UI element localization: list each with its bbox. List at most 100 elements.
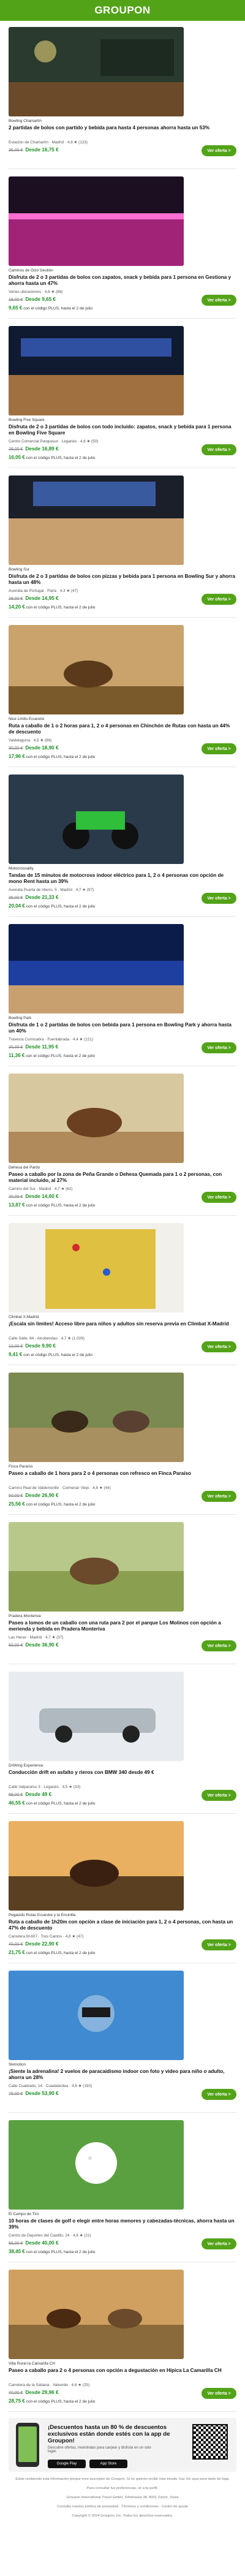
deal-title[interactable]: Paseo a caballo para 2 o 4 personas con …: [9, 2368, 235, 2374]
deal-location: Calle Salle, 84 · Alcobendas · 4,7 ★ (1.…: [9, 1336, 85, 1341]
deal-title[interactable]: Tandas de 15 minutos de motocross indoor…: [9, 873, 235, 885]
merchant-name: Climbat X-Madrid: [9, 1315, 39, 1319]
merchant-name: Bowling Park: [9, 1016, 32, 1020]
deal-card[interactable]: Bowling Sur Disfruta de 2 o 3 partidas de…: [9, 469, 236, 619]
qr-code-icon: [192, 2424, 228, 2460]
deal-price: Desde 26,90 €: [25, 1493, 59, 1498]
deal-image[interactable]: [9, 326, 184, 415]
view-offer-button[interactable]: Ver oferta >: [202, 893, 236, 904]
merchant-name: Villa Rural Ia Camarilla CH: [9, 2362, 55, 2366]
view-offer-button[interactable]: Ver oferta >: [202, 295, 236, 306]
old-price: 36,00 €: [9, 148, 23, 153]
deal-card[interactable]: Finca Paraíso Paseo a caballo de 1 hora p…: [9, 1366, 236, 1516]
deal-card[interactable]: Bowling Chamartín 2 partidas de bolos con…: [9, 21, 236, 170]
deal-title[interactable]: 10 horas de clases de golf o elegir entr…: [9, 2218, 235, 2230]
deal-card[interactable]: Pegasido Rutas Ecuestre y la Encinilla Ru…: [9, 1815, 236, 1964]
deal-card[interactable]: Dehesa del Pardo Paseo a caballo por la z…: [9, 1067, 236, 1217]
deal-card[interactable]: Skimotion ¡Siente la adrenalina! 2 vuelos…: [9, 1964, 236, 2114]
view-offer-button[interactable]: Ver oferta >: [202, 1042, 236, 1053]
view-offer-button[interactable]: Ver oferta >: [202, 2089, 236, 2100]
deal-image[interactable]: [9, 1971, 184, 2060]
view-offer-button[interactable]: Ver oferta >: [202, 444, 236, 455]
deal-location: Camino del Sur · Madrid · 4,7 ★ (62): [9, 1187, 73, 1191]
merchant-name: El Campo de Tiro: [9, 2212, 39, 2216]
deal-title[interactable]: Paseo a caballo de 1 hora para 2 o 4 per…: [9, 1471, 235, 1477]
deal-title[interactable]: Disfruta de 2 o 3 partidas de bolos con …: [9, 275, 235, 287]
promo-code-text: con el código PLUS, hasta el 2 de julio: [23, 1353, 92, 1357]
deal-price: Desde 9,65 €: [25, 297, 56, 302]
divider: [9, 318, 236, 319]
divider: [9, 2112, 236, 2113]
deal-card[interactable]: Bowling Park Disfruta de 1 o 2 partidas d…: [9, 918, 236, 1067]
deal-image[interactable]: [9, 1821, 184, 1911]
promo-code-text: con el código PLUS, hasta el 2 de julio: [26, 1054, 95, 1058]
app-store-button[interactable]: App Store: [89, 2460, 127, 2468]
app-promo-banner[interactable]: ¡Descuentos hasta un 80 % de descuentos …: [9, 2418, 236, 2472]
view-offer-button[interactable]: Ver oferta >: [202, 1790, 236, 1801]
deal-image[interactable]: [9, 775, 184, 864]
deal-image[interactable]: [9, 625, 184, 714]
promo-line: 16,05 € con el código PLUS, hasta el 2 d…: [9, 455, 95, 460]
deal-image[interactable]: [9, 1373, 184, 1462]
view-offer-button[interactable]: Ver oferta >: [202, 1939, 236, 1950]
deal-card[interactable]: Climbat X-Madrid ¡Escala sin límites! Acc…: [9, 1217, 236, 1366]
promo-price: 9,65 €: [9, 305, 23, 311]
deal-title[interactable]: Ruta a caballo de 1 o 2 horas para 1, 2 …: [9, 723, 235, 735]
deal-image[interactable]: [9, 1074, 184, 1163]
view-offer-button[interactable]: Ver oferta >: [202, 1491, 236, 1502]
promo-price: 28,75 €: [9, 2398, 25, 2404]
deal-price: Desde 40,00 €: [25, 2240, 59, 2246]
merchant-name: Bowling Five Square: [9, 418, 45, 422]
view-offer-button[interactable]: Ver oferta >: [202, 1341, 236, 1352]
deal-card[interactable]: Villa Rural Ia Camarilla CH Paseo a cabal…: [9, 2263, 236, 2413]
deal-title[interactable]: ¡Siente la adrenalina! 2 vuelos de parac…: [9, 2069, 235, 2081]
deal-title[interactable]: Paseo a lomos de un caballo con una ruta…: [9, 1620, 235, 1632]
promo-line: 38,45 € con el código PLUS, hasta el 2 d…: [9, 2249, 95, 2254]
deal-card[interactable]: Motocrossality Tandas de 15 minutos de mo…: [9, 768, 236, 918]
deal-card[interactable]: Nice Limits Ecuestre Ruta a caballo de 1 …: [9, 619, 236, 768]
deal-title[interactable]: Ruta a caballo de 1h20m con opción a cla…: [9, 1919, 235, 1931]
footer-links[interactable]: Consulta nuestra política de privacidad …: [9, 2504, 236, 2510]
deal-title[interactable]: Conducción drift en asfalto y rieros con…: [9, 1770, 235, 1776]
view-offer-button[interactable]: Ver oferta >: [202, 594, 236, 605]
deal-image[interactable]: [9, 475, 184, 565]
deal-image[interactable]: [9, 1672, 184, 1761]
google-play-button[interactable]: Google Play: [48, 2460, 86, 2468]
view-offer-button[interactable]: Ver oferta >: [202, 1640, 236, 1651]
deal-image[interactable]: [9, 27, 184, 116]
deal-card[interactable]: DriWing Experience Conducción drift en as…: [9, 1665, 236, 1815]
deal-card[interactable]: Bowling Five Square Disfruta de 2 o 3 par…: [9, 320, 236, 469]
promo-code-text: con el código PLUS, hasta el 2 de julio: [26, 456, 96, 460]
view-offer-button[interactable]: Ver oferta >: [202, 743, 236, 754]
groupon-logo[interactable]: GROUPON: [94, 4, 150, 17]
footer-unsubscribe[interactable]: Estás recibiendo esta información porque…: [9, 2477, 236, 2482]
deal-title[interactable]: Disfruta de 2 o 3 partidas de bolos con …: [9, 424, 235, 436]
deal-title[interactable]: 2 partidas de bolos con partido y bebida…: [9, 125, 235, 131]
deal-location: Carretera M-607 · Tres Cantos · 4,8 ★ (4…: [9, 1934, 84, 1939]
deal-title[interactable]: Disfruta de 2 o 3 partidas de bolos con …: [9, 574, 235, 586]
divider: [9, 916, 236, 917]
deal-title[interactable]: Paseo a caballo por la zona de Peña Gran…: [9, 1172, 235, 1184]
view-offer-button[interactable]: Ver oferta >: [202, 2388, 236, 2399]
deal-card[interactable]: Pradera Monteriva Paseo a lomos de un cab…: [9, 1516, 236, 1665]
merchant-name: Pegasido Rutas Ecuestre y la Encinilla: [9, 1913, 76, 1917]
deal-image[interactable]: [9, 2120, 184, 2210]
app-promo-title: ¡Descuentos hasta un 80 % de descuentos …: [48, 2424, 170, 2444]
old-price: 28,00 €: [9, 447, 23, 452]
deal-image[interactable]: [9, 1522, 184, 1612]
deal-card[interactable]: El Campo de Tiro 10 horas de clases de go…: [9, 2114, 236, 2263]
view-offer-button[interactable]: Ver oferta >: [202, 2238, 236, 2249]
deal-title[interactable]: ¡Escala sin límites! Acceso libre para n…: [9, 1321, 235, 1327]
footer-preferences[interactable]: Para consultar tus preferencias, ve a tu…: [9, 2486, 236, 2491]
deal-image[interactable]: [9, 176, 184, 266]
deal-image[interactable]: [9, 924, 184, 1013]
deal-card[interactable]: Caminos de Ocio Gestión Disfruta de 2 o 3…: [9, 170, 236, 320]
deal-image[interactable]: [9, 1223, 184, 1313]
deal-title[interactable]: Disfruta de 1 o 2 partidas de bolos con …: [9, 1022, 235, 1034]
deal-image[interactable]: [9, 2270, 184, 2359]
view-offer-button[interactable]: Ver oferta >: [202, 145, 236, 156]
view-offer-button[interactable]: Ver oferta >: [202, 1192, 236, 1203]
promo-price: 11,36 €: [9, 1053, 25, 1058]
deal-price: Desde 49 €: [25, 1792, 52, 1797]
deal-price: Desde 36,90 €: [25, 1642, 59, 1648]
